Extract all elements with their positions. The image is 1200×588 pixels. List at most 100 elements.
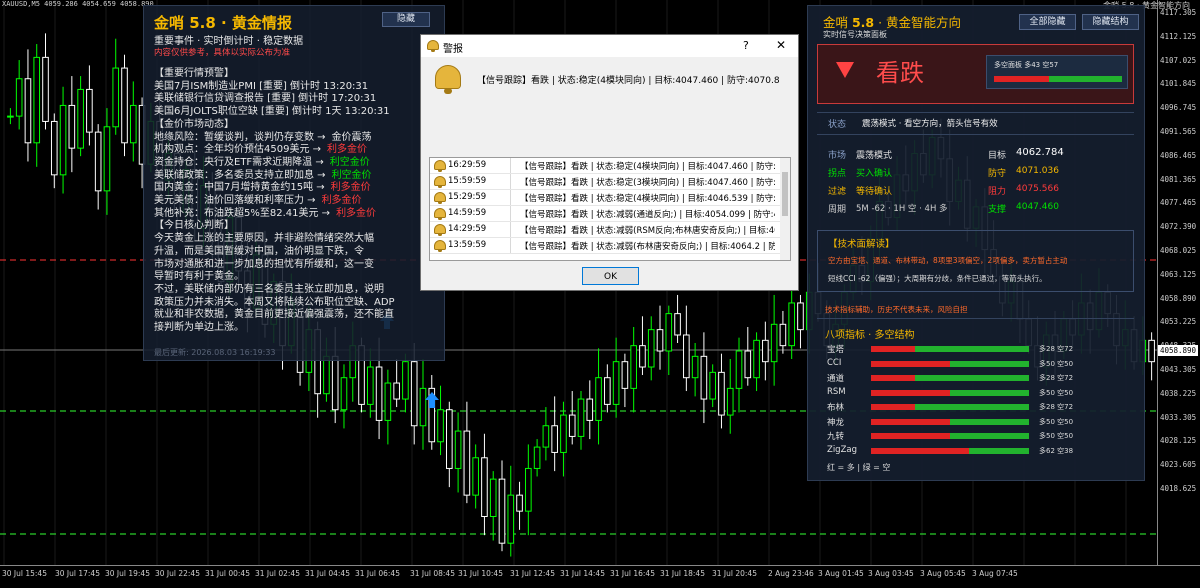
candle-body [86,88,93,133]
candle-body [586,398,594,421]
indicator-name: 神龙 [827,417,845,428]
indicator-row: 宝塔 多28 空72 [827,343,1137,355]
hide-all-button[interactable]: 全部隐藏 [1019,14,1076,30]
indicator-bar [871,360,1029,367]
candle-body [507,494,515,544]
indicator-ratio: 多50 空50 [1039,388,1074,397]
bull-bear-mini-panel: 多空面板 多43 空57 [986,55,1128,89]
bell-icon [433,192,447,204]
close-button[interactable]: ✕ [776,38,786,52]
candle-body [516,494,523,512]
candle-body [402,361,409,400]
alert-row[interactable]: 13:59:59 【信号跟踪】看跌 | 状态:减弱(布林唐安奇反向;) | 目标:… [430,238,790,254]
candle-body [542,425,550,448]
tech-analysis-box: 【技术面解读】 空方由宝塔、通道、布林带动，8项里3项偏空，2项偏多，卖方暂占主… [817,230,1134,292]
bell-icon [433,240,447,252]
candle-body [103,126,111,192]
dialog-titlebar[interactable]: 警报 ? ✕ [421,35,798,57]
resistance-label: 阻力 [988,187,1007,197]
candle-body [595,377,602,421]
intel-line: 美国7月ISM制造业PMI [重要] 倒计时 13:20:31 [154,81,442,94]
candle-body [94,131,102,192]
alert-row[interactable]: 16:29:59 【信号跟踪】看跌 | 状态:稳定(4模块同向) | 目标:404… [430,158,790,174]
candle-body [367,366,374,405]
candle-body [7,115,14,118]
time-tick: 31 Jul 02:45 [255,569,300,578]
indicator-ratio: 多50 空50 [1039,417,1074,426]
indicator-row: 神龙 多50 空50 [827,416,1137,428]
help-button[interactable]: ? [743,39,749,52]
time-tick: 31 Jul 08:45 [410,569,455,578]
indicator-ratio: 多50 空50 [1039,359,1074,368]
alert-history-list[interactable]: 16:29:59 【信号跟踪】看跌 | 状态:稳定(4模块同向) | 目标:404… [429,157,791,261]
intel-line: 美联储银行信贷调查报告 [重要] 倒计时 17:20:31 [154,93,442,106]
time-tick: 30 Jul 17:45 [55,569,100,578]
status-text: 震荡模式 · 看空方向，箭头信号有效 [862,119,998,129]
candle-body [1148,339,1155,363]
bell-icon [433,160,447,172]
intel-line-text: 美联储政策：多名委员支持立即加息 → [154,169,326,181]
candle-body [410,361,418,427]
market-value: 震荡模式 [856,151,893,161]
price-axis[interactable]: 4018.625 4023.605 4028.125 4033.305 4038.225… [1158,0,1200,566]
hide-structure-button[interactable]: 隐藏结构 [1082,14,1139,30]
intel-line-text: 地缘风险：暂缓谈判，谈判仍存变数 → [154,131,326,143]
intel-line-text: 政策压力并未消失。本周又将陆续公布职位空缺、ADP [154,296,395,308]
alert-message: 【信号跟踪】看跌 | 状态:稳定(4模块同向) | 目标:4047.460 | … [477,76,780,86]
candle-body [674,313,681,336]
direction-label: 看跌 [876,59,924,87]
time-tick: 30 Jul 15:45 [2,569,47,578]
candle-body [560,414,567,453]
time-axis[interactable]: 30 Jul 15:45 30 Jul 17:45 30 Jul 19:45 30 J… [0,566,1200,588]
list-scrollbar[interactable] [780,158,790,260]
candle-body [762,339,769,363]
hide-intel-button[interactable]: 隐藏 [382,12,430,27]
alert-row[interactable]: 14:59:59 【信号跟踪】看跌 | 状态:减弱(通道反向;) | 目标:405… [430,206,790,222]
alert-row[interactable]: 15:59:59 【信号跟踪】看跌 | 状态:稳定(3模块同向) | 目标:404… [430,174,790,190]
status-label: 状态 [828,120,847,130]
price-tick: 4107.025 [1160,55,1197,65]
price-tick: 4096.745 [1160,103,1197,113]
price-tick: 4058.890 [1160,293,1197,303]
candle-body [340,377,348,411]
candle-body [691,355,699,379]
candle-body [24,78,32,144]
indicator-row: 布林 多28 空72 [827,401,1137,413]
intel-line-text: 美国7月ISM制造业PMI [重要] 倒计时 13:20:31 [154,80,369,92]
intel-line-text: 导暂时有利于黄金。 [154,271,244,283]
time-tick: 31 Jul 06:45 [355,569,400,578]
intel-panel-disclaimer: 内容仅供参考，具体以实际公布为准 [154,48,291,58]
intel-line-text: 其他补充：布油跌超5%至82.41美元 → [154,207,331,219]
indicator-ratio: 多28 空72 [1039,345,1074,353]
ok-button[interactable]: OK [582,267,639,285]
dialog-title: 警报 [443,44,463,55]
time-tick: 31 Jul 00:45 [205,569,250,578]
intel-line: 美联储政策：多名委员支持立即加息 → 利空金价 [154,170,442,183]
candle-body [621,361,629,389]
intel-line: 资金持仓：央行及ETF需求近期降温 → 利空金价 [154,157,442,170]
candle-body [533,446,541,469]
tech-line-2: 短线CCI -62（偏强）；大周期有分歧，条件已通过，等箭头执行。 [828,274,1047,283]
price-tick: 4081.365 [1160,174,1197,184]
alert-time: 13:59:59 [448,240,487,250]
candle-body [779,323,787,347]
candle-body [744,350,752,379]
target-value: 4062.784 [1016,147,1064,158]
candle-body [630,345,637,389]
price-tick: 4043.305 [1160,365,1197,374]
alert-row[interactable]: 15:29:59 【信号跟踪】看跌 | 状态:稳定(4模块同向) | 目标:404… [430,190,790,206]
support-label: 支撑 [988,205,1007,215]
price-tick: 4028.125 [1160,436,1197,446]
indicator-name: CCI [827,357,842,368]
alert-row[interactable]: 14:29:59 【信号跟踪】看跌 | 状态:减弱(RSM反向;布林唐安奇反向;)… [430,222,790,238]
time-tick: 3 Aug 01:45 [818,569,864,578]
intel-line-text: 国内黄金：中国7月增持黄金约15吨 → [154,182,325,194]
candle-body [129,104,137,144]
intel-line: 【金价市场动态】 [154,119,442,132]
alert-time: 14:29:59 [448,224,487,234]
alert-time: 16:29:59 [448,160,487,170]
price-tick: 4086.465 [1160,150,1197,160]
indicator-ratio: 多28 空72 [1039,403,1074,411]
price-tick: 4023.605 [1160,460,1197,470]
intel-lines: 【重要行情预警】 美国7月ISM制造业PMI [重要] 倒计时 13:20:31 美… [154,68,442,335]
